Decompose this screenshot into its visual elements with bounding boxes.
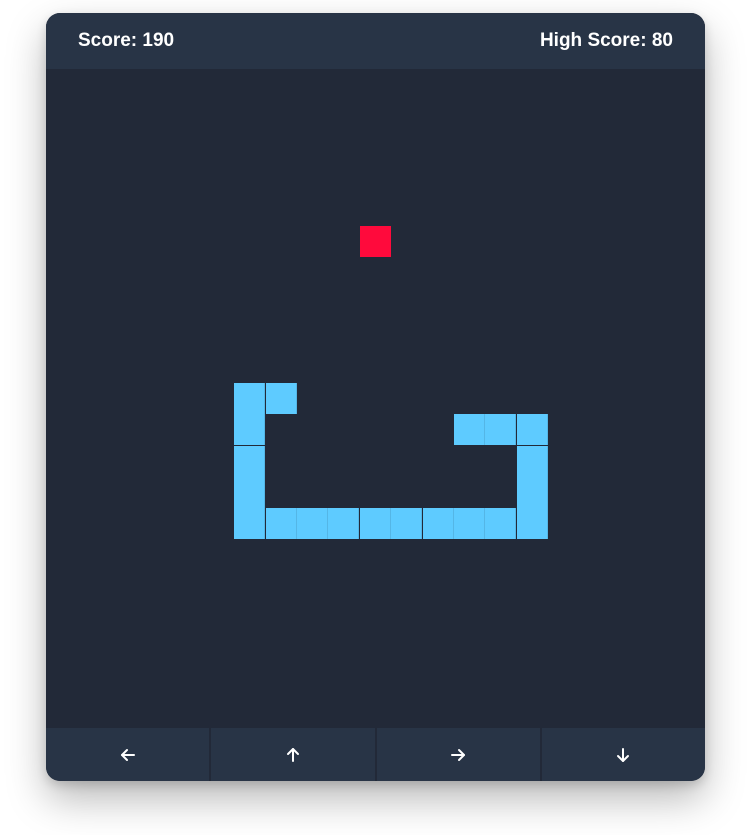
snake-segment bbox=[360, 508, 391, 539]
game-window: Score: 190 High Score: 80 bbox=[46, 13, 705, 781]
snake-segment bbox=[517, 477, 548, 508]
snake-segment bbox=[234, 383, 265, 414]
arrow-down-icon bbox=[617, 747, 630, 762]
snake-segment bbox=[517, 446, 548, 477]
snake-segment bbox=[328, 508, 359, 539]
snake-segment bbox=[234, 477, 265, 508]
score-label: Score: 190 bbox=[78, 30, 175, 51]
down-button[interactable] bbox=[542, 728, 705, 781]
arrow-up-icon bbox=[286, 747, 299, 762]
snake-segment bbox=[234, 508, 265, 539]
snake-segment bbox=[234, 414, 265, 445]
food-pellet bbox=[360, 226, 391, 257]
snake-segment bbox=[297, 508, 328, 539]
arrow-left-icon bbox=[120, 748, 135, 761]
high-score-label: High Score: 80 bbox=[539, 30, 673, 51]
snake-segment bbox=[454, 508, 485, 539]
left-button[interactable] bbox=[46, 728, 212, 781]
snake-segment bbox=[454, 414, 485, 445]
right-button[interactable] bbox=[377, 728, 542, 781]
up-button[interactable] bbox=[211, 728, 377, 781]
snake-segment bbox=[485, 508, 516, 539]
snake-segment bbox=[391, 508, 422, 539]
snake-segment bbox=[423, 508, 454, 539]
arrow-right-icon bbox=[451, 748, 466, 761]
snake-segment bbox=[266, 508, 297, 539]
score-header: Score: 190 High Score: 80 bbox=[46, 13, 705, 69]
snake-segment bbox=[485, 414, 516, 445]
direction-controls bbox=[46, 728, 705, 781]
snake-segment bbox=[517, 414, 548, 445]
snake-segment bbox=[266, 383, 297, 414]
game-board[interactable] bbox=[46, 69, 705, 728]
snake-segment bbox=[234, 446, 265, 477]
snake-segment bbox=[517, 508, 548, 539]
